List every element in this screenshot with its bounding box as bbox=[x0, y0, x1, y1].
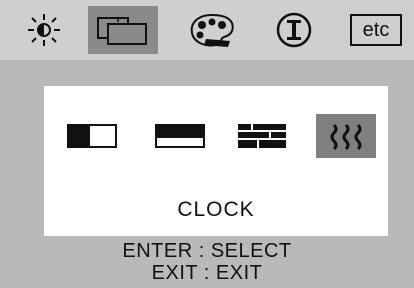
enter-hint: ENTER : SELECT bbox=[122, 240, 292, 262]
brightness-icon bbox=[28, 14, 60, 46]
tab-information[interactable] bbox=[266, 6, 322, 54]
v-size-icon bbox=[155, 124, 205, 148]
information-icon bbox=[276, 12, 312, 48]
submenu-item-phase[interactable] bbox=[232, 114, 292, 158]
osd-tab-bar: etc bbox=[0, 0, 414, 60]
submenu-item-h-size[interactable] bbox=[62, 114, 122, 158]
submenu-label: CLOCK bbox=[177, 198, 255, 221]
phase-icon bbox=[238, 124, 286, 148]
tab-geometry[interactable] bbox=[88, 6, 158, 54]
submenu-item-clock[interactable] bbox=[316, 114, 376, 158]
tab-etc[interactable]: etc bbox=[350, 14, 402, 46]
submenu-panel: CLOCK bbox=[44, 86, 388, 236]
exit-hint: EXIT : EXIT bbox=[151, 262, 263, 284]
tab-brightness[interactable] bbox=[18, 6, 70, 54]
geometry-icon bbox=[97, 17, 147, 45]
tab-color[interactable] bbox=[184, 6, 240, 54]
h-size-icon bbox=[67, 124, 117, 148]
clock-icon bbox=[330, 123, 362, 151]
submenu-item-v-size[interactable] bbox=[150, 114, 210, 158]
color-icon bbox=[190, 13, 234, 47]
